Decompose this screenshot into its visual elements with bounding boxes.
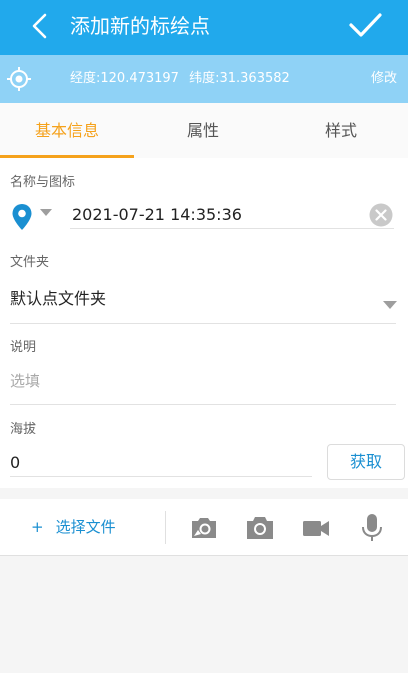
app-bar: 添加新的标绘点 [0,0,408,55]
clear-name-button[interactable] [369,203,393,227]
description-input[interactable]: 选填 [10,371,40,391]
check-icon [349,13,382,37]
locate-icon [7,67,31,91]
folder-select[interactable]: 默认点文件夹 [10,288,106,310]
icon-picker-caret[interactable] [40,202,52,216]
fetch-altitude-button[interactable]: 获取 [327,444,405,480]
name-input[interactable]: 2021-07-21 14:35:36 [72,205,242,225]
video-button[interactable] [301,513,331,543]
tab-bar: 基本信息 属性 样式 [0,103,408,158]
description-label: 说明 [10,340,37,355]
locate-button[interactable] [6,66,32,92]
confirm-button[interactable] [346,9,386,43]
altitude-input[interactable]: 0 [10,453,20,473]
plus-icon: + [31,518,44,536]
camera-button[interactable] [245,513,275,543]
microphone-icon [362,514,382,541]
folder-dropdown-caret[interactable] [383,294,397,309]
name-underline [70,228,394,229]
page-title: 添加新的标绘点 [70,14,210,38]
voice-record-button[interactable] [357,513,387,543]
coordinates-readout: 经度:120.473197 纬度:31.363582 [70,71,296,87]
caret-down-icon [40,209,52,216]
map-pin-icon [12,204,32,230]
video-icon [303,521,329,536]
tab-style[interactable]: 样式 [274,103,408,158]
caret-down-icon [383,301,397,309]
photo-gallery-button[interactable] [189,513,219,543]
folder-underline [10,323,396,324]
folder-label: 文件夹 [10,255,50,270]
icon-picker[interactable] [11,203,33,231]
back-button[interactable] [26,10,56,44]
tab-attributes[interactable]: 属性 [136,103,270,158]
location-bar: 经度:120.473197 纬度:31.363582 修改 [0,55,408,103]
photo-gallery-icon [192,518,216,538]
description-underline [10,404,396,405]
edit-location-button[interactable]: 修改 [371,71,397,87]
basic-info-form: 名称与图标 2021-07-21 14:35:36 文件夹 默认点文件夹 说明 … [0,158,408,488]
name-label: 名称与图标 [10,175,76,190]
altitude-label: 海拔 [10,422,37,437]
toolbar-separator [165,511,166,544]
back-icon [32,13,47,39]
longitude-text: 经度:120.473197 [70,71,179,86]
camera-icon [247,517,273,539]
latitude-text: 纬度:31.363582 [189,71,290,86]
altitude-underline [10,476,312,477]
choose-file-label: 选择文件 [55,518,116,536]
tab-basic-info[interactable]: 基本信息 [0,103,134,158]
attachment-toolbar: + 选择文件 [0,499,408,556]
clear-icon [369,203,393,227]
choose-file-button[interactable]: + 选择文件 [31,517,116,537]
